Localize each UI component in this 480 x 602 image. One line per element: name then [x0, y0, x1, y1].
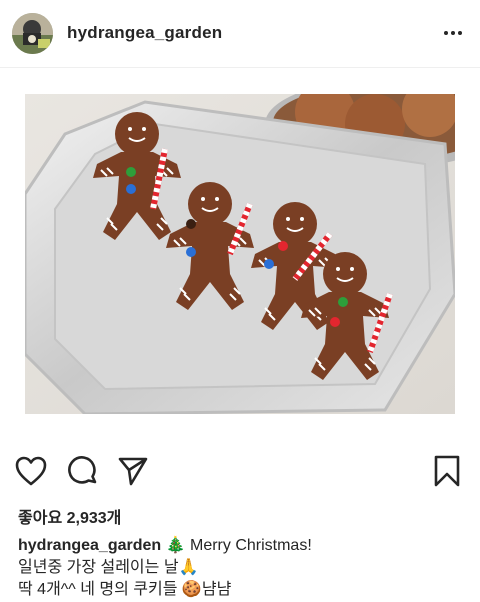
post-actions: [0, 450, 480, 494]
likes-count[interactable]: 좋아요 2,933개: [18, 504, 121, 528]
dot: [458, 31, 462, 35]
caption-line-3: 딱 4개^^ 네 명의 쿠키들 🍪냠냠: [18, 579, 468, 601]
caption-text: 일년중 가장 설레이는 날: [18, 559, 179, 576]
profile-avatar[interactable]: [12, 13, 53, 54]
caption-text: Merry Christmas!: [189, 537, 312, 554]
caption-text: 딱 4개^^ 네 명의 쿠키들: [18, 581, 178, 598]
pray-emoji: 🙏: [178, 559, 199, 576]
dot: [451, 31, 455, 35]
caption-text: 냠냠: [201, 581, 232, 598]
bookmark-icon[interactable]: [430, 454, 464, 488]
cookie-emoji: 🍪: [181, 581, 202, 598]
avatar-image: [12, 13, 53, 54]
caption-line-1: hydrangea_garden 🎄 Merry Christmas!: [18, 535, 468, 557]
post-username[interactable]: hydrangea_garden: [67, 23, 222, 43]
post-image[interactable]: [25, 94, 455, 414]
caption-line-2: 일년중 가장 설레이는 날🙏: [18, 557, 468, 579]
tree-emoji: 🎄: [165, 537, 186, 554]
post-caption: hydrangea_garden 🎄 Merry Christmas! 일년중 …: [18, 535, 468, 601]
dot: [444, 31, 448, 35]
post-header: hydrangea_garden: [0, 0, 480, 68]
send-icon[interactable]: [116, 454, 150, 488]
heart-icon[interactable]: [14, 454, 48, 488]
gingerbread-photo: [25, 94, 455, 414]
caption-username[interactable]: hydrangea_garden: [18, 537, 161, 554]
more-options-icon[interactable]: [438, 20, 468, 46]
comment-icon[interactable]: [66, 454, 100, 488]
